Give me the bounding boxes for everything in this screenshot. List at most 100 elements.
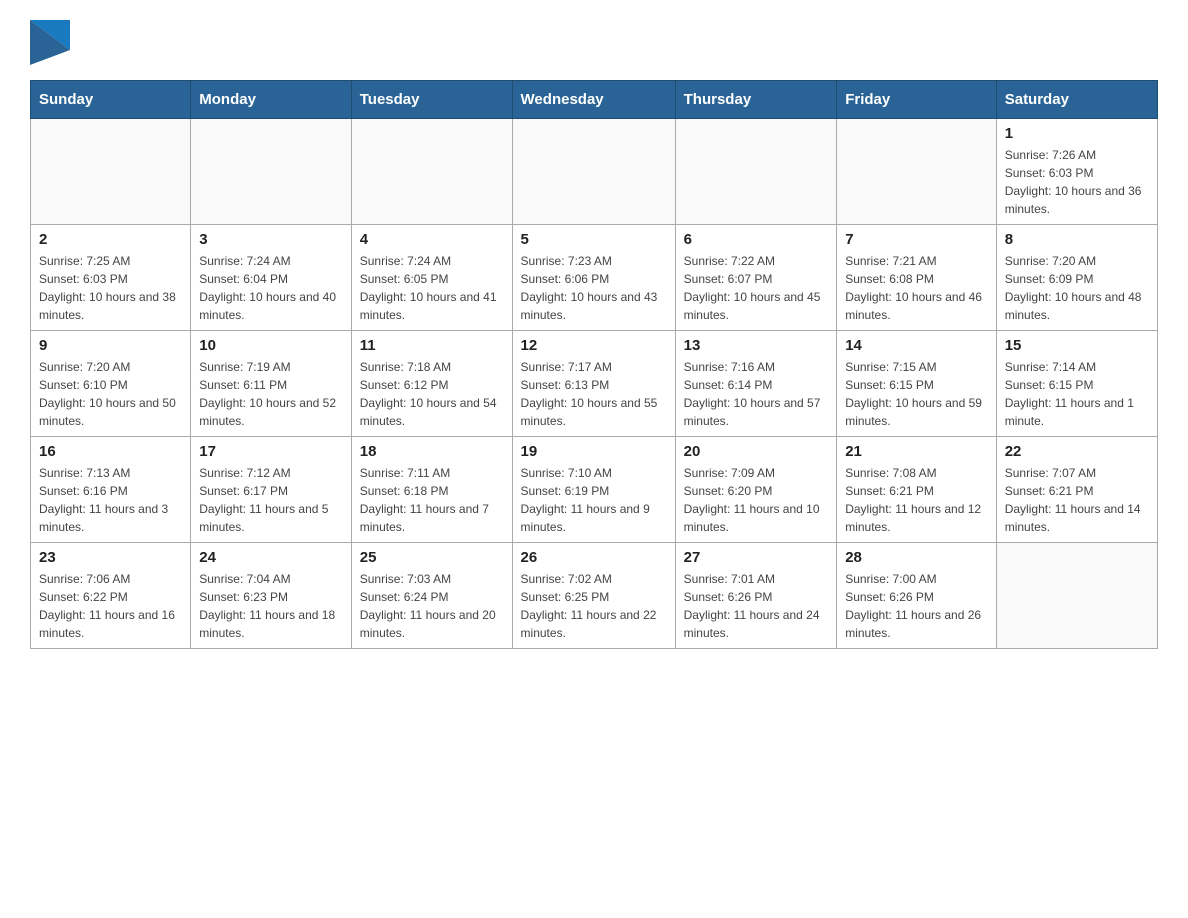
- day-cell: 27 Sunrise: 7:01 AMSunset: 6:26 PMDayligh…: [675, 543, 837, 649]
- day-info: Sunrise: 7:13 AMSunset: 6:16 PMDaylight:…: [39, 464, 182, 536]
- day-cell: 15 Sunrise: 7:14 AMSunset: 6:15 PMDayligh…: [996, 331, 1157, 437]
- day-info: Sunrise: 7:22 AMSunset: 6:07 PMDaylight:…: [684, 252, 829, 324]
- day-number: 9: [39, 337, 182, 354]
- day-info: Sunrise: 7:18 AMSunset: 6:12 PMDaylight:…: [360, 358, 504, 430]
- day-number: 5: [521, 231, 667, 248]
- day-cell: 20 Sunrise: 7:09 AMSunset: 6:20 PMDayligh…: [675, 437, 837, 543]
- calendar-header: SundayMondayTuesdayWednesdayThursdayFrid…: [31, 81, 1158, 119]
- week-row-1: 1 Sunrise: 7:26 AMSunset: 6:03 PMDaylight…: [31, 119, 1158, 225]
- day-cell: 19Sunrise: 7:10 AMSunset: 6:19 PMDayligh…: [512, 437, 675, 543]
- day-number: 21: [845, 443, 988, 460]
- day-number: 6: [684, 231, 829, 248]
- day-cell: 13 Sunrise: 7:16 AMSunset: 6:14 PMDayligh…: [675, 331, 837, 437]
- week-row-4: 16 Sunrise: 7:13 AMSunset: 6:16 PMDayligh…: [31, 437, 1158, 543]
- day-number: 18: [360, 443, 504, 460]
- day-cell: 25 Sunrise: 7:03 AMSunset: 6:24 PMDayligh…: [351, 543, 512, 649]
- weekday-header-thursday: Thursday: [675, 81, 837, 119]
- day-info: Sunrise: 7:07 AMSunset: 6:21 PMDaylight:…: [1005, 464, 1149, 536]
- day-cell: [675, 119, 837, 225]
- day-info: Sunrise: 7:02 AMSunset: 6:25 PMDaylight:…: [521, 570, 667, 642]
- day-cell: [837, 119, 997, 225]
- weekday-header-saturday: Saturday: [996, 81, 1157, 119]
- day-info: Sunrise: 7:10 AMSunset: 6:19 PMDaylight:…: [521, 464, 667, 536]
- day-number: 27: [684, 549, 829, 566]
- day-cell: 28 Sunrise: 7:00 AMSunset: 6:26 PMDayligh…: [837, 543, 997, 649]
- day-number: 24: [199, 549, 343, 566]
- day-cell: 12 Sunrise: 7:17 AMSunset: 6:13 PMDayligh…: [512, 331, 675, 437]
- day-info: Sunrise: 7:12 AMSunset: 6:17 PMDaylight:…: [199, 464, 343, 536]
- day-info: Sunrise: 7:20 AMSunset: 6:10 PMDaylight:…: [39, 358, 182, 430]
- day-info: Sunrise: 7:23 AMSunset: 6:06 PMDaylight:…: [521, 252, 667, 324]
- weekday-header-friday: Friday: [837, 81, 997, 119]
- day-number: 16: [39, 443, 182, 460]
- day-number: 28: [845, 549, 988, 566]
- day-cell: 3 Sunrise: 7:24 AMSunset: 6:04 PMDaylight…: [191, 225, 352, 331]
- day-info: Sunrise: 7:09 AMSunset: 6:20 PMDaylight:…: [684, 464, 829, 536]
- day-cell: 22 Sunrise: 7:07 AMSunset: 6:21 PMDayligh…: [996, 437, 1157, 543]
- day-number: 8: [1005, 231, 1149, 248]
- logo-icon: [30, 20, 70, 65]
- day-number: 3: [199, 231, 343, 248]
- day-info: Sunrise: 7:03 AMSunset: 6:24 PMDaylight:…: [360, 570, 504, 642]
- weekday-header-wednesday: Wednesday: [512, 81, 675, 119]
- day-info: Sunrise: 7:15 AMSunset: 6:15 PMDaylight:…: [845, 358, 988, 430]
- day-info: Sunrise: 7:16 AMSunset: 6:14 PMDaylight:…: [684, 358, 829, 430]
- day-info: Sunrise: 7:01 AMSunset: 6:26 PMDaylight:…: [684, 570, 829, 642]
- day-info: Sunrise: 7:24 AMSunset: 6:04 PMDaylight:…: [199, 252, 343, 324]
- day-cell: 26 Sunrise: 7:02 AMSunset: 6:25 PMDayligh…: [512, 543, 675, 649]
- day-cell: [996, 543, 1157, 649]
- day-number: 1: [1005, 125, 1149, 142]
- day-cell: 2 Sunrise: 7:25 AMSunset: 6:03 PMDaylight…: [31, 225, 191, 331]
- day-number: 11: [360, 337, 504, 354]
- day-number: 26: [521, 549, 667, 566]
- week-row-3: 9 Sunrise: 7:20 AMSunset: 6:10 PMDaylight…: [31, 331, 1158, 437]
- day-info: Sunrise: 7:21 AMSunset: 6:08 PMDaylight:…: [845, 252, 988, 324]
- day-cell: 24Sunrise: 7:04 AMSunset: 6:23 PMDayligh…: [191, 543, 352, 649]
- day-info: Sunrise: 7:06 AMSunset: 6:22 PMDaylight:…: [39, 570, 182, 642]
- day-cell: 11 Sunrise: 7:18 AMSunset: 6:12 PMDayligh…: [351, 331, 512, 437]
- day-cell: 6 Sunrise: 7:22 AMSunset: 6:07 PMDaylight…: [675, 225, 837, 331]
- day-number: 22: [1005, 443, 1149, 460]
- day-cell: 8 Sunrise: 7:20 AMSunset: 6:09 PMDaylight…: [996, 225, 1157, 331]
- weekday-header-monday: Monday: [191, 81, 352, 119]
- day-info: Sunrise: 7:14 AMSunset: 6:15 PMDaylight:…: [1005, 358, 1149, 430]
- day-cell: 5 Sunrise: 7:23 AMSunset: 6:06 PMDaylight…: [512, 225, 675, 331]
- day-number: 7: [845, 231, 988, 248]
- logo: [30, 20, 74, 65]
- day-info: Sunrise: 7:00 AMSunset: 6:26 PMDaylight:…: [845, 570, 988, 642]
- calendar-body: 1 Sunrise: 7:26 AMSunset: 6:03 PMDaylight…: [31, 119, 1158, 649]
- day-cell: [351, 119, 512, 225]
- day-cell: [512, 119, 675, 225]
- day-cell: 9 Sunrise: 7:20 AMSunset: 6:10 PMDaylight…: [31, 331, 191, 437]
- calendar-table: SundayMondayTuesdayWednesdayThursdayFrid…: [30, 80, 1158, 649]
- day-info: Sunrise: 7:19 AMSunset: 6:11 PMDaylight:…: [199, 358, 343, 430]
- day-number: 25: [360, 549, 504, 566]
- day-cell: 1 Sunrise: 7:26 AMSunset: 6:03 PMDaylight…: [996, 119, 1157, 225]
- day-number: 10: [199, 337, 343, 354]
- day-number: 20: [684, 443, 829, 460]
- day-info: Sunrise: 7:20 AMSunset: 6:09 PMDaylight:…: [1005, 252, 1149, 324]
- week-row-2: 2 Sunrise: 7:25 AMSunset: 6:03 PMDaylight…: [31, 225, 1158, 331]
- day-cell: 14Sunrise: 7:15 AMSunset: 6:15 PMDayligh…: [837, 331, 997, 437]
- weekday-header-tuesday: Tuesday: [351, 81, 512, 119]
- day-cell: 18 Sunrise: 7:11 AMSunset: 6:18 PMDayligh…: [351, 437, 512, 543]
- day-info: Sunrise: 7:11 AMSunset: 6:18 PMDaylight:…: [360, 464, 504, 536]
- day-cell: 10 Sunrise: 7:19 AMSunset: 6:11 PMDayligh…: [191, 331, 352, 437]
- day-info: Sunrise: 7:08 AMSunset: 6:21 PMDaylight:…: [845, 464, 988, 536]
- week-row-5: 23 Sunrise: 7:06 AMSunset: 6:22 PMDayligh…: [31, 543, 1158, 649]
- day-info: Sunrise: 7:17 AMSunset: 6:13 PMDaylight:…: [521, 358, 667, 430]
- day-cell: [31, 119, 191, 225]
- day-info: Sunrise: 7:26 AMSunset: 6:03 PMDaylight:…: [1005, 146, 1149, 218]
- day-number: 4: [360, 231, 504, 248]
- weekday-header-row: SundayMondayTuesdayWednesdayThursdayFrid…: [31, 81, 1158, 119]
- day-info: Sunrise: 7:24 AMSunset: 6:05 PMDaylight:…: [360, 252, 504, 324]
- day-cell: 21 Sunrise: 7:08 AMSunset: 6:21 PMDayligh…: [837, 437, 997, 543]
- day-info: Sunrise: 7:25 AMSunset: 6:03 PMDaylight:…: [39, 252, 182, 324]
- day-number: 15: [1005, 337, 1149, 354]
- day-cell: 7 Sunrise: 7:21 AMSunset: 6:08 PMDaylight…: [837, 225, 997, 331]
- day-number: 13: [684, 337, 829, 354]
- day-number: 12: [521, 337, 667, 354]
- day-number: 23: [39, 549, 182, 566]
- day-number: 2: [39, 231, 182, 248]
- day-cell: 23 Sunrise: 7:06 AMSunset: 6:22 PMDayligh…: [31, 543, 191, 649]
